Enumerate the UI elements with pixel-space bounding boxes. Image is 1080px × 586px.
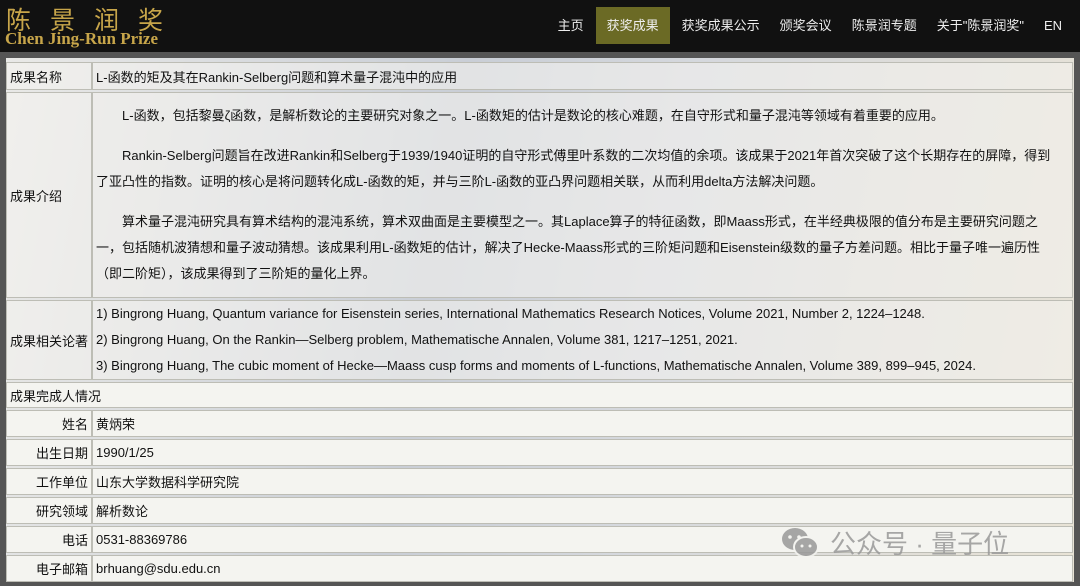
- nav-about[interactable]: 关于"陈景润奖": [927, 7, 1034, 44]
- nav-home[interactable]: 主页: [548, 7, 594, 44]
- paper-item: 2) Bingrong Huang, On the Rankin—Selberg…: [96, 332, 738, 347]
- person-label: 研究领域: [6, 497, 93, 524]
- person-value: 山东大学数据科学研究院: [92, 468, 1073, 495]
- main-nav: 主页 获奖成果 获奖成果公示 颁奖会议 陈景润专题 关于"陈景润奖" EN: [548, 7, 1072, 44]
- paper-item: 3) Bingrong Huang, The cubic moment of H…: [96, 358, 976, 373]
- paper-item: 1) Bingrong Huang, Quantum variance for …: [96, 306, 925, 321]
- table-row: 成果介绍 L-函数，包括黎曼ζ函数，是解析数论的主要研究对象之一。L-函数矩的估…: [6, 92, 1073, 298]
- intro-label: 成果介绍: [6, 92, 93, 298]
- wechat-icon: [782, 527, 819, 558]
- table-row: 成果名称 L-函数的矩及其在Rankin-Selberg问题和算术量子混沌中的应…: [6, 62, 1073, 90]
- logo-english[interactable]: Chen Jing-Run Prize: [5, 29, 158, 49]
- table-row: 研究领域 解析数论: [6, 497, 1073, 524]
- papers-label: 成果相关论著: [6, 300, 93, 380]
- person-label: 姓名: [6, 410, 93, 437]
- person-value: 解析数论: [92, 497, 1073, 524]
- table-row: 成果相关论著 1) Bingrong Huang, Quantum varian…: [6, 300, 1073, 380]
- intro-paragraph: 算术量子混沌研究具有算术结构的混沌系统，算术双曲面是主要模型之一。其Laplac…: [96, 214, 1041, 281]
- watermark: 公众号 · 量子位: [780, 524, 1009, 561]
- watermark-text: 公众号 · 量子位: [830, 529, 1010, 559]
- intro-paragraph: L-函数，包括黎曼ζ函数，是解析数论的主要研究对象之一。L-函数矩的估计是数论的…: [122, 108, 944, 123]
- title-label: 成果名称: [6, 62, 93, 90]
- table-row: 出生日期 1990/1/25: [6, 439, 1073, 466]
- nav-chen-jingrun-topic[interactable]: 陈景润专题: [842, 7, 927, 44]
- person-label: 电子邮箱: [6, 555, 93, 582]
- person-label: 电话: [6, 526, 93, 553]
- site-header: 陈景润奖 Chen Jing-Run Prize 主页 获奖成果 获奖成果公示 …: [0, 0, 1080, 52]
- result-table: 成果名称 L-函数的矩及其在Rankin-Selberg问题和算术量子混沌中的应…: [6, 60, 1073, 584]
- nav-awarded-results[interactable]: 获奖成果: [595, 7, 670, 44]
- table-row: 成果完成人情况: [6, 382, 1073, 408]
- nav-results-announcement[interactable]: 获奖成果公示: [672, 7, 770, 44]
- title-value: L-函数的矩及其在Rankin-Selberg问题和算术量子混沌中的应用: [92, 62, 1073, 90]
- table-row: 工作单位 山东大学数据科学研究院: [6, 468, 1073, 495]
- person-value: 黄炳荣: [92, 410, 1073, 437]
- nav-award-ceremony[interactable]: 颁奖会议: [770, 7, 842, 44]
- intro-value: L-函数，包括黎曼ζ函数，是解析数论的主要研究对象之一。L-函数矩的估计是数论的…: [92, 92, 1073, 298]
- person-label: 出生日期: [6, 439, 93, 466]
- nav-english[interactable]: EN: [1034, 7, 1072, 44]
- person-section-label: 成果完成人情况: [6, 382, 1073, 408]
- person-label: 工作单位: [6, 468, 93, 495]
- person-value: 1990/1/25: [92, 439, 1073, 466]
- table-row: 姓名 黄炳荣: [6, 410, 1073, 437]
- intro-paragraph: Rankin-Selberg问题旨在改进Rankin和Selberg于1939/…: [96, 148, 1051, 189]
- papers-value: 1) Bingrong Huang, Quantum variance for …: [92, 300, 1073, 380]
